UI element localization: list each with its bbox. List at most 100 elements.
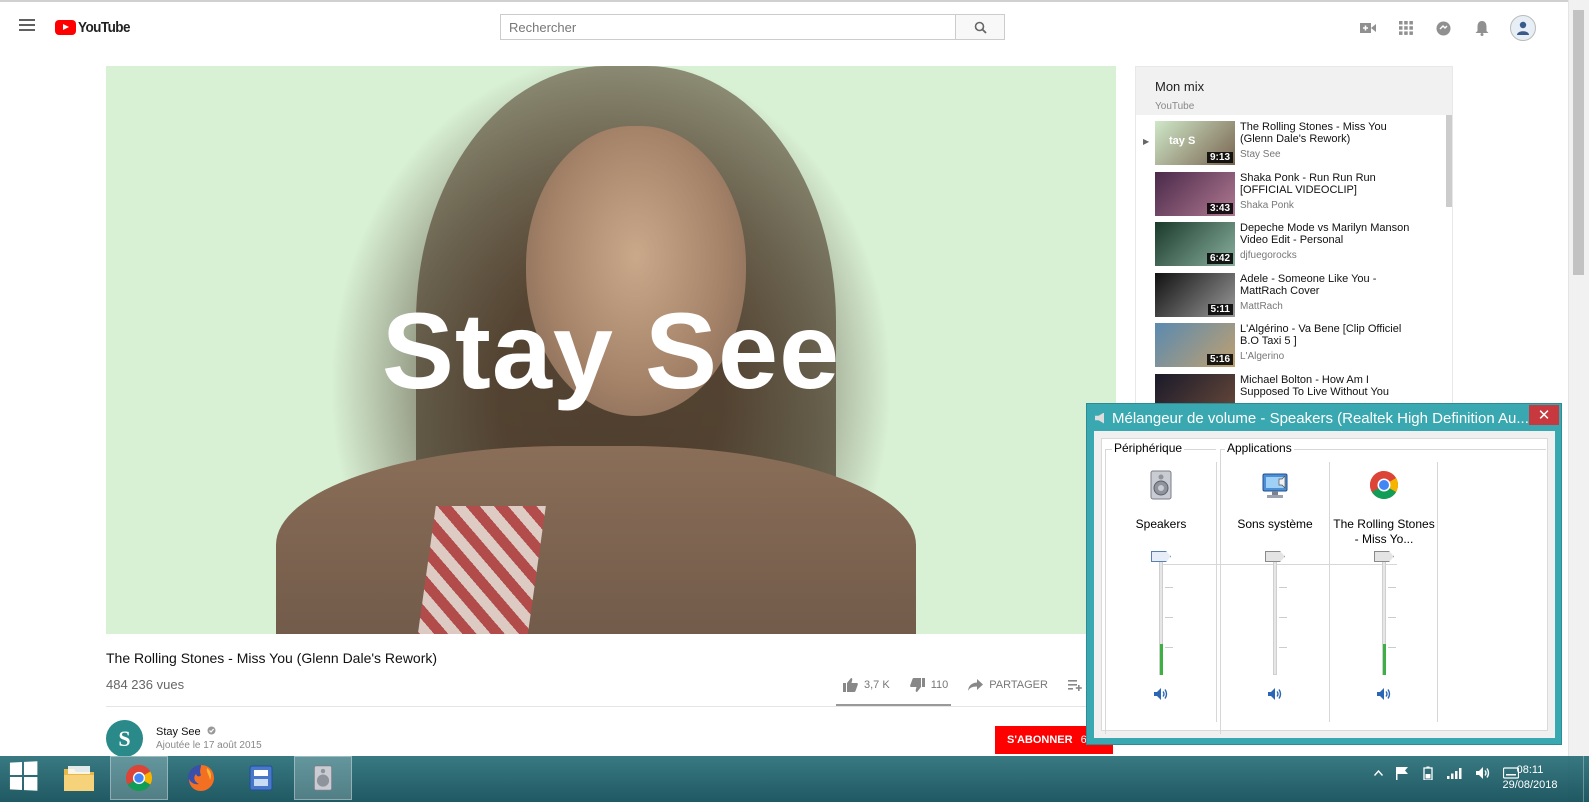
group-separator (1216, 462, 1217, 722)
account-avatar[interactable] (1510, 15, 1536, 41)
search-input[interactable] (500, 14, 955, 40)
system-sounds-icon[interactable] (1260, 470, 1290, 500)
video-camera-icon[interactable] (1358, 19, 1377, 38)
playlist-thumbnail[interactable]: 6:42 (1155, 222, 1235, 266)
volume-slider[interactable] (1374, 551, 1396, 677)
playlist-item-title: L'Algérino - Va Bene [Clip Officiel B.O … (1240, 323, 1402, 347)
playlist-item[interactable]: ▶ tay S 9:13 The Rolling Stones - Miss You … (1136, 115, 1452, 166)
channel-name[interactable]: Stay See (156, 726, 216, 738)
network-signal-icon[interactable] (1447, 767, 1463, 779)
chrome-icon[interactable] (1369, 470, 1399, 500)
slider-thumb[interactable] (1374, 551, 1394, 562)
slider-tick (1279, 587, 1287, 588)
applications-group-label: Applications (1225, 441, 1294, 455)
menu-icon[interactable] (19, 19, 35, 31)
playlist-title[interactable]: Mon mix (1155, 79, 1433, 94)
chevron-up-icon[interactable] (1374, 770, 1383, 776)
playlist-owner: YouTube (1155, 101, 1195, 112)
masthead-actions (1358, 15, 1536, 41)
playlist-item[interactable]: 6:42 Depeche Mode vs Marilyn Manson Video… (1136, 216, 1452, 267)
mixer-titlebar[interactable]: Mélangeur de volume - Speakers (Realtek … (1095, 407, 1531, 429)
close-button[interactable]: ✕ (1529, 405, 1559, 425)
taskbar-clock[interactable]: 08:11 29/08/2018 (1490, 763, 1570, 793)
channel-name: The Rolling Stones - Miss Yo... (1333, 517, 1435, 546)
page-scrollbar-thumb[interactable] (1573, 10, 1584, 275)
channel-name-text: Stay See (156, 726, 201, 738)
playlist-thumbnail[interactable]: 3:43 (1155, 171, 1235, 216)
mute-speaker-icon[interactable] (1153, 687, 1169, 701)
playlist-thumbnail[interactable] (1155, 373, 1235, 405)
publish-date: Ajoutée le 17 août 2015 (156, 740, 262, 751)
video-duration: 5:11 (1207, 303, 1233, 315)
show-desktop-button[interactable] (1583, 756, 1589, 802)
playlist-thumbnail[interactable]: tay S 9:13 (1155, 121, 1235, 165)
playlist-item-title: Shaka Ponk - Run Run Run [OFFICIAL VIDEO… (1240, 171, 1376, 196)
firefox-icon (188, 765, 214, 791)
windows-start-icon[interactable] (9, 761, 38, 791)
mixer-channel-speakers: Speakers (1107, 462, 1215, 722)
video-frame-shirt (416, 506, 546, 634)
speakers-device-icon[interactable] (1146, 470, 1176, 500)
taskbar-chrome[interactable] (110, 756, 168, 800)
mixer-body: Périphérique Applications Speakers Sons … (1094, 431, 1555, 738)
peak-meter (1383, 644, 1386, 675)
mix-playlist-panel: Mon mix YouTube ▶ tay S 9:13 The Rolling St… (1135, 66, 1453, 406)
playlist-thumbnail[interactable]: 5:16 (1155, 323, 1235, 367)
playlist-item[interactable]: 5:11 Adele - Someone Like You - MattRach … (1136, 267, 1452, 318)
slider-tick (1165, 617, 1173, 618)
mute-speaker-icon[interactable] (1267, 687, 1283, 701)
search-button[interactable] (955, 14, 1005, 40)
video-duration: 3:43 (1206, 202, 1233, 214)
slider-thumb[interactable] (1265, 551, 1285, 562)
taskbar-firefox[interactable] (172, 756, 230, 800)
video-actions: 3,7 K 110 PARTAGER (843, 678, 1094, 692)
channel-avatar[interactable]: S (106, 720, 143, 757)
peak-meter (1160, 644, 1163, 675)
bell-icon[interactable] (1472, 19, 1491, 38)
clock-time: 08:11 (1516, 764, 1544, 776)
playlist-item[interactable]: Michael Bolton - How Am I Supposed To Li… (1136, 368, 1452, 405)
playlist-item[interactable]: 3:43 Shaka Ponk - Run Run Run [OFFICIAL V… (1136, 166, 1452, 217)
flag-icon[interactable] (1395, 766, 1409, 780)
playlist-item-title: Depeche Mode vs Marilyn Manson Video Edi… (1240, 222, 1410, 246)
mute-speaker-icon[interactable] (1376, 687, 1392, 701)
playlist-item-title: Michael Bolton - How Am I Supposed To Li… (1240, 373, 1390, 398)
playlist-item-channel: Stay See (1240, 149, 1281, 160)
channel-name: Speakers (1135, 517, 1187, 531)
apps-grid-icon[interactable] (1396, 19, 1415, 38)
battery-icon[interactable] (1421, 766, 1435, 780)
taskbar-volume-mixer[interactable] (294, 756, 352, 800)
youtube-logo[interactable]: YouTube (55, 17, 136, 37)
video-player[interactable]: Stay See (106, 66, 1116, 634)
like-count: 3,7 K (864, 679, 890, 691)
volume-slider[interactable] (1151, 551, 1173, 677)
share-arrow-icon (968, 679, 984, 691)
messages-icon[interactable] (1434, 19, 1453, 38)
share-button[interactable]: PARTAGER (968, 679, 1048, 691)
taskbar-app[interactable] (232, 756, 290, 800)
thumbs-up-icon (843, 678, 858, 692)
playlist-add-icon (1067, 679, 1082, 691)
now-playing-indicator-icon: ▶ (1143, 137, 1150, 146)
playlist-item-channel: MattRach (1240, 300, 1283, 312)
page-scrollbar[interactable] (1568, 0, 1589, 802)
thumbs-down-icon (909, 678, 925, 692)
playlist-item-title: The Rolling Stones - Miss You (Glenn Dal… (1240, 121, 1387, 145)
video-overlay-text: Stay See (381, 290, 841, 411)
playlist-scrollbar[interactable] (1446, 115, 1452, 207)
slider-thumb[interactable] (1151, 551, 1171, 562)
folder-icon (64, 766, 94, 791)
playlist-item[interactable]: 5:16 L'Algérino - Va Bene [Clip Officiel … (1136, 317, 1452, 368)
add-to-playlist-button[interactable] (1067, 679, 1082, 691)
like-button[interactable]: 3,7 K (843, 678, 890, 692)
video-duration: 6:42 (1206, 253, 1233, 264)
volume-icon[interactable] (1475, 766, 1491, 780)
slider-tick (1388, 617, 1396, 618)
channel-name: Sons système (1237, 517, 1313, 531)
playlist-header: Mon mix YouTube (1136, 67, 1452, 115)
playlist-thumbnail[interactable]: 5:11 (1155, 272, 1235, 317)
taskbar-file-explorer[interactable] (50, 756, 108, 800)
volume-slider[interactable] (1265, 551, 1287, 677)
dislike-button[interactable]: 110 (909, 678, 948, 692)
slider-tick (1388, 587, 1396, 588)
